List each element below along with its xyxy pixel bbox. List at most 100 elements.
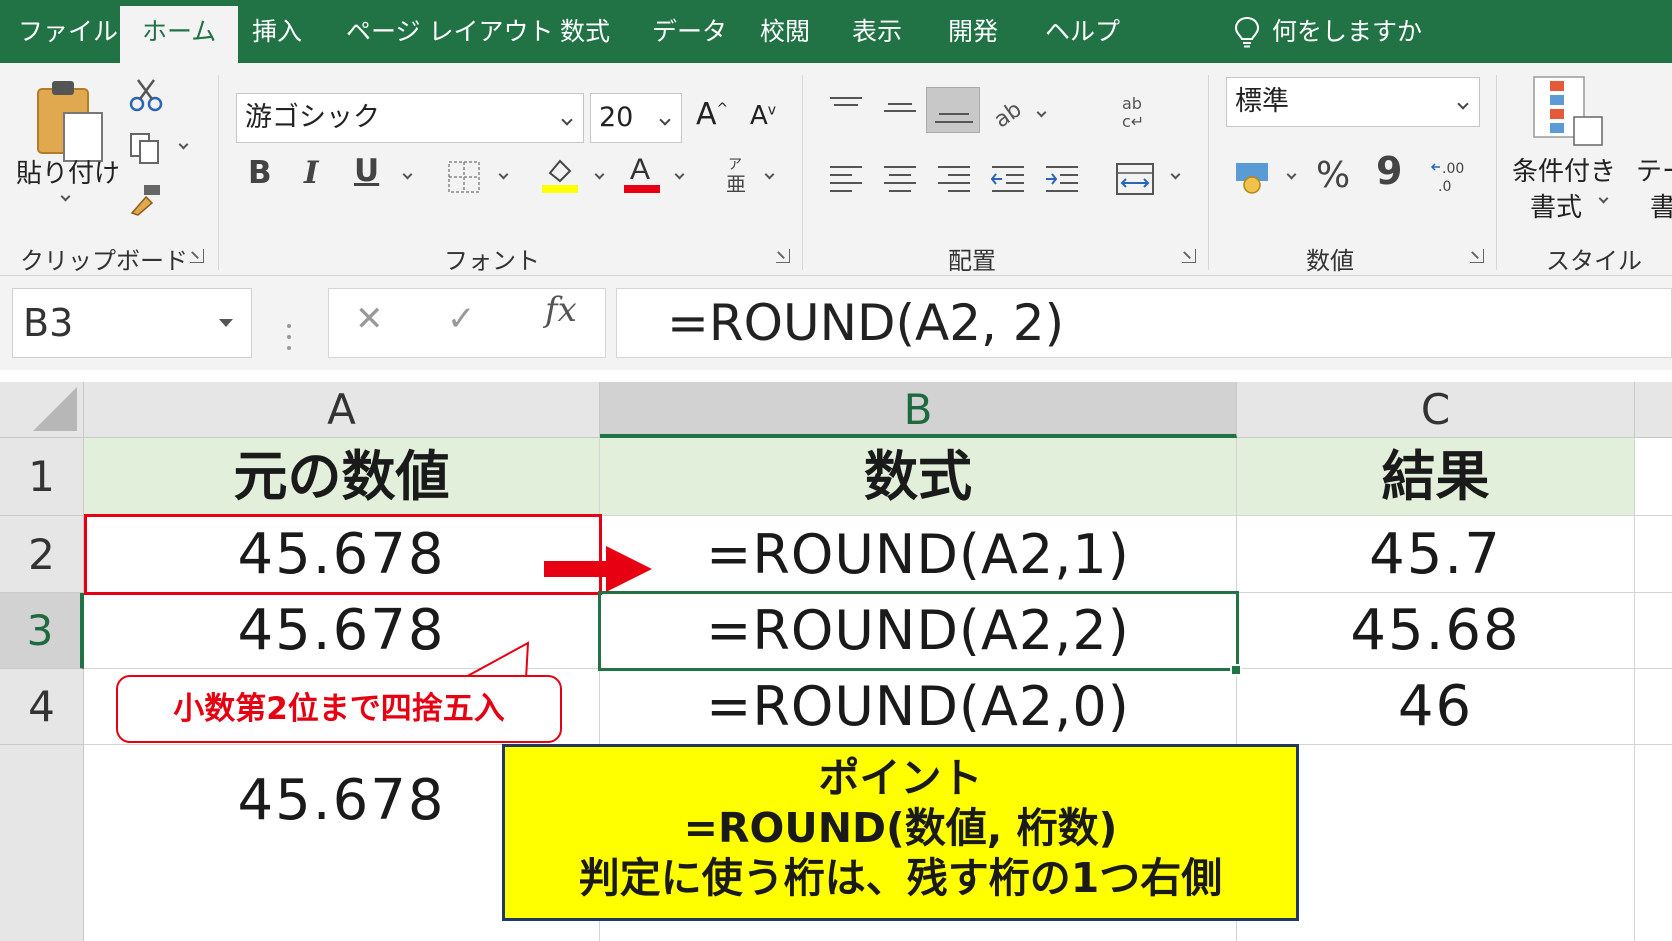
shrink-font-icon[interactable]: Av <box>750 101 776 131</box>
underline-button[interactable]: U <box>354 153 379 189</box>
chevron-down-icon[interactable] <box>178 139 189 150</box>
align-right-icon[interactable] <box>934 159 974 199</box>
format-as-table-label-2[interactable]: 書 <box>1650 187 1672 224</box>
alignment-launcher-icon[interactable] <box>1182 249 1196 263</box>
column-header-b[interactable]: B <box>600 382 1237 438</box>
tab-insert[interactable]: 挿入 <box>252 0 302 63</box>
tab-page-layout[interactable]: ページ レイアウト <box>346 0 553 63</box>
tell-me-search[interactable]: 何をしますか <box>1272 0 1422 63</box>
font-color-icon[interactable]: A <box>622 151 662 195</box>
tab-data[interactable]: データ <box>652 0 727 63</box>
tab-help[interactable]: ヘルプ <box>1045 0 1120 63</box>
italic-button[interactable]: I <box>304 155 319 191</box>
wrap-text-icon[interactable]: ab c↵ <box>1118 93 1154 133</box>
conditional-formatting-icon[interactable] <box>1530 73 1606 149</box>
lightbulb-icon[interactable] <box>1234 16 1260 48</box>
align-bottom-button[interactable] <box>926 87 980 133</box>
merge-center-icon[interactable] <box>1114 161 1156 197</box>
cell-b2[interactable]: =ROUND(A2,1) <box>600 516 1237 593</box>
row-header-5[interactable] <box>0 745 84 941</box>
border-icon[interactable] <box>446 159 482 195</box>
phonetic-guide-icon[interactable]: ア 亜 <box>722 155 752 195</box>
clipboard-launcher-icon[interactable] <box>190 249 204 263</box>
chevron-down-icon[interactable] <box>498 169 509 180</box>
chevron-down-icon[interactable] <box>1457 98 1469 110</box>
align-middle-icon[interactable] <box>880 93 920 123</box>
cell-b1[interactable]: 数式 <box>600 438 1237 516</box>
align-top-icon[interactable] <box>826 93 866 123</box>
select-all-button[interactable] <box>0 382 84 438</box>
fill-handle[interactable] <box>1230 664 1242 676</box>
paste-icon[interactable] <box>34 75 106 165</box>
cell-c1[interactable]: 結果 <box>1237 438 1635 516</box>
cancel-icon[interactable]: ✕ <box>355 299 384 339</box>
chevron-down-icon[interactable] <box>60 191 71 202</box>
chevron-down-icon[interactable] <box>674 169 685 180</box>
chevron-down-icon[interactable] <box>561 114 573 126</box>
column-header-c[interactable]: C <box>1237 382 1635 438</box>
chevron-down-icon[interactable] <box>594 169 605 180</box>
cut-icon[interactable] <box>128 77 164 113</box>
decrease-indent-icon[interactable] <box>988 159 1028 199</box>
tab-formulas[interactable]: 数式 <box>560 0 610 63</box>
insert-function-icon[interactable]: fx <box>545 290 577 330</box>
orientation-icon[interactable]: ab <box>990 93 1030 129</box>
format-as-table-label[interactable]: テー <box>1636 151 1672 188</box>
cell-d1[interactable] <box>1635 438 1672 516</box>
number-launcher-icon[interactable] <box>1470 249 1484 263</box>
cell-a1[interactable]: 元の数値 <box>84 438 600 516</box>
chevron-down-icon[interactable] <box>402 169 413 180</box>
copy-icon[interactable] <box>128 131 164 167</box>
column-header-d[interactable] <box>1635 382 1672 438</box>
format-painter-icon[interactable] <box>128 181 164 217</box>
font-launcher-icon[interactable] <box>776 249 790 263</box>
formula-input[interactable]: =ROUND(A2, 2) <box>616 288 1672 358</box>
row-header-4[interactable]: 4 <box>0 669 84 745</box>
conditional-formatting-label[interactable]: 条件付き <box>1512 151 1616 188</box>
align-left-icon[interactable] <box>826 159 866 199</box>
chevron-down-icon[interactable] <box>219 319 233 327</box>
tab-developer[interactable]: 開発 <box>948 0 998 63</box>
tab-view[interactable]: 表示 <box>852 0 902 63</box>
font-name-combo[interactable]: 游ゴシック <box>236 93 584 143</box>
row-header-2[interactable]: 2 <box>0 516 84 593</box>
cell-c2[interactable]: 45.7 <box>1237 516 1635 593</box>
cell-d3[interactable] <box>1635 593 1672 669</box>
cell-d4[interactable] <box>1635 669 1672 745</box>
cell-c4[interactable]: 46 <box>1237 669 1635 745</box>
cell-b4[interactable]: =ROUND(A2,0) <box>600 669 1237 745</box>
font-size-combo[interactable]: 20 <box>590 93 682 143</box>
increase-decimal-icon[interactable]: .00 .0 <box>1430 157 1470 197</box>
increase-indent-icon[interactable] <box>1042 159 1082 199</box>
fill-color-icon[interactable] <box>540 153 580 195</box>
cell-d2[interactable] <box>1635 516 1672 593</box>
tab-home[interactable]: ホーム <box>120 6 239 63</box>
accounting-format-icon[interactable] <box>1232 157 1272 197</box>
row-header-1[interactable]: 1 <box>0 438 84 516</box>
name-box[interactable]: B3 <box>12 288 252 358</box>
chevron-down-icon[interactable] <box>1286 169 1297 180</box>
svg-text:亜: 亜 <box>726 172 746 195</box>
align-center-icon[interactable] <box>880 159 920 199</box>
row-header-3[interactable]: 3 <box>0 593 84 669</box>
column-header-a[interactable]: A <box>84 382 600 438</box>
chevron-down-icon[interactable] <box>659 114 671 126</box>
grow-font-icon[interactable]: A^ <box>696 97 728 132</box>
percent-style-button[interactable]: % <box>1316 155 1350 196</box>
comma-style-button[interactable]: 9 <box>1376 149 1402 193</box>
enter-icon[interactable]: ✓ <box>447 299 476 339</box>
chevron-down-icon[interactable] <box>1170 169 1181 180</box>
formula-bar-resize-handle[interactable] <box>287 322 291 352</box>
tab-review[interactable]: 校閲 <box>760 0 810 63</box>
chevron-down-icon[interactable] <box>1036 107 1047 118</box>
bold-button[interactable]: B <box>248 155 272 191</box>
note-syntax: =ROUND(数値, 桁数) <box>683 804 1118 852</box>
chevron-down-icon[interactable] <box>764 169 775 180</box>
number-format-combo[interactable]: 標準 <box>1226 77 1480 127</box>
cell-c3[interactable]: 45.68 <box>1237 593 1635 669</box>
tab-file[interactable]: ファイル <box>18 0 118 63</box>
cell-d5[interactable] <box>1635 745 1672 941</box>
conditional-formatting-label-2[interactable]: 書式 <box>1530 187 1582 224</box>
paste-label[interactable]: 貼り付け <box>16 153 120 190</box>
chevron-down-icon[interactable] <box>1598 193 1609 204</box>
